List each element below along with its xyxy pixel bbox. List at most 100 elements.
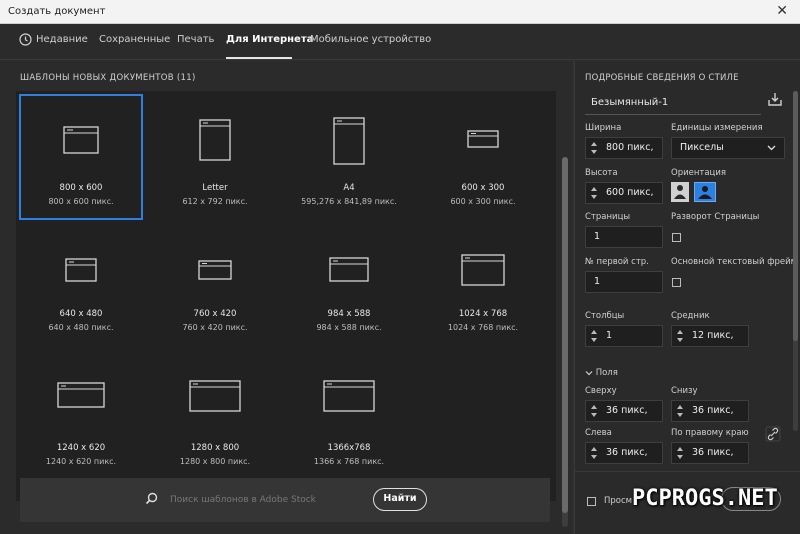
browser-window-icon: [467, 130, 499, 148]
top-margin-field[interactable]: 36 пикс,: [585, 400, 663, 422]
browser-window-icon: [198, 260, 232, 280]
template-name: 640 x 480: [59, 309, 103, 319]
width-value: 800 пикс,: [606, 142, 654, 153]
template-size: 595,276 x 841,89 пикс.: [301, 197, 397, 206]
gutter-value: 12 пикс,: [692, 330, 734, 341]
template-name: 760 x 420: [193, 309, 237, 319]
template-tile[interactable]: 1366x768 1366 x 768 пикс.: [288, 363, 410, 487]
template-tile[interactable]: Letter 612 x 792 пикс.: [154, 95, 276, 219]
tab-mobile[interactable]: Мобильное устройство: [310, 34, 431, 45]
template-name: 1024 x 768: [458, 309, 508, 319]
facing-pages-label: Разворот Страницы: [671, 212, 760, 222]
bottom-margin-field[interactable]: 36 пикс,: [671, 400, 749, 422]
footer-divider: [575, 471, 800, 472]
columns-field[interactable]: 1: [585, 325, 663, 347]
width-field[interactable]: 800 пикс,: [585, 137, 663, 159]
units-value: Пикселы: [680, 142, 724, 153]
browser-window-icon: [57, 382, 105, 408]
preview-label: Просм: [604, 496, 633, 506]
top-margin-stepper[interactable]: [590, 404, 598, 418]
gutter-field[interactable]: 12 пикс,: [671, 325, 749, 347]
chevron-down-icon: [767, 145, 776, 151]
left-margin-value: 36 пикс,: [606, 447, 648, 458]
gutter-stepper[interactable]: [676, 329, 684, 343]
templates-header-label: ШАБЛОНЫ НОВЫХ ДОКУМЕНТОВ: [20, 73, 174, 83]
template-tile[interactable]: 600 x 300 600 x 300 пикс.: [422, 95, 544, 219]
template-size: 800 x 600 пикс.: [48, 197, 114, 206]
preset-details-panel: ПОДРОБНЫЕ СВЕДЕНИЯ О СТИЛЕ Безымянный-1 …: [574, 61, 800, 534]
width-label: Ширина: [585, 123, 622, 133]
pages-field[interactable]: 1: [585, 226, 663, 248]
landscape-orientation-icon[interactable]: [694, 182, 716, 202]
primary-frame-checkbox[interactable]: [672, 278, 681, 287]
top-margin-value: 36 пикс,: [606, 405, 648, 416]
left-margin-field[interactable]: 36 пикс,: [585, 442, 663, 464]
facing-pages-checkbox[interactable]: [672, 233, 681, 242]
right-margin-field[interactable]: 36 пикс,: [671, 442, 749, 464]
templates-scrollbar[interactable]: [562, 157, 568, 527]
template-tile[interactable]: A4 595,276 x 841,89 пикс.: [288, 95, 410, 219]
columns-stepper[interactable]: [590, 329, 598, 343]
template-size: 600 x 300 пикс.: [450, 197, 516, 206]
tab-bar: Недавние Сохраненные Печать Для Интернет…: [0, 24, 800, 60]
template-size: 1366 x 768 пикс.: [313, 457, 385, 466]
width-stepper[interactable]: [590, 141, 598, 155]
template-name: Letter: [202, 183, 228, 193]
browser-window-icon: [65, 258, 97, 282]
active-tab-indicator: [226, 57, 292, 59]
browser-window-icon: [461, 254, 505, 286]
height-field[interactable]: 600 пикс,: [585, 182, 663, 204]
link-icon[interactable]: [765, 426, 781, 442]
gutter-label: Средник: [671, 311, 710, 321]
template-size: 1280 x 800 пикс.: [179, 457, 251, 466]
template-tile[interactable]: 1024 x 768 1024 x 768 пикс.: [422, 229, 544, 353]
start-page-field[interactable]: 1: [585, 271, 663, 293]
pages-label: Страницы: [585, 212, 631, 222]
preview-checkbox[interactable]: [587, 497, 596, 506]
bottom-margin-stepper[interactable]: [676, 404, 684, 418]
tab-recent[interactable]: Недавние: [36, 34, 88, 45]
top-margin-label: Сверху: [585, 386, 617, 396]
margins-section-toggle[interactable]: Поля: [585, 368, 618, 378]
template-tile[interactable]: 640 x 480 640 x 480 пикс.: [20, 229, 142, 353]
columns-value: 1: [606, 330, 613, 341]
template-name: 1240 x 620: [56, 443, 106, 453]
template-name: 600 x 300: [461, 183, 505, 193]
watermark: PCPROGS.NET: [632, 486, 778, 511]
template-size: 984 x 588 пикс.: [316, 323, 382, 332]
template-tile[interactable]: 984 x 588 984 x 588 пикс.: [288, 229, 410, 353]
details-scrollbar[interactable]: [793, 91, 798, 431]
units-dropdown[interactable]: Пикселы: [671, 137, 785, 159]
tab-print[interactable]: Печать: [177, 34, 214, 45]
chevron-down-icon: [585, 370, 593, 375]
template-size: 1240 x 620 пикс.: [45, 457, 117, 466]
portrait-page-icon: [199, 119, 231, 161]
template-name: 984 x 588: [327, 309, 371, 319]
margins-label: Поля: [595, 368, 618, 378]
template-tile[interactable]: 1240 x 620 1240 x 620 пикс.: [20, 363, 142, 487]
save-preset-icon[interactable]: [767, 91, 783, 107]
height-label: Высота: [585, 168, 618, 178]
template-tile[interactable]: 1280 x 800 1280 x 800 пикс.: [154, 363, 276, 487]
template-tile[interactable]: 760 x 420 760 x 420 пикс.: [154, 229, 276, 353]
left-margin-stepper[interactable]: [590, 446, 598, 460]
find-button[interactable]: Найти: [373, 488, 427, 511]
scrollbar-thumb[interactable]: [562, 157, 568, 513]
template-size: 612 x 792 пикс.: [182, 197, 248, 206]
template-size: 1024 x 768 пикс.: [447, 323, 519, 332]
title-bar: Создать документ ✕: [0, 0, 800, 24]
document-name-field[interactable]: Безымянный-1: [585, 93, 761, 115]
height-stepper[interactable]: [590, 186, 598, 200]
template-name: 1366x768: [327, 443, 371, 453]
close-icon[interactable]: ✕: [776, 3, 788, 19]
tab-saved[interactable]: Сохраненные: [99, 34, 170, 45]
search-input[interactable]: Поиск шаблонов в Adobe Stock: [170, 495, 316, 505]
left-margin-label: Слева: [585, 428, 612, 438]
stock-search-bar: Поиск шаблонов в Adobe Stock Найти: [20, 478, 550, 522]
template-tile[interactable]: 800 x 600 800 x 600 пикс.: [19, 94, 143, 220]
portrait-orientation-icon[interactable]: [671, 182, 689, 202]
tab-web[interactable]: Для Интернета: [226, 34, 313, 45]
scrollbar-thumb[interactable]: [793, 91, 798, 341]
search-icon[interactable]: [145, 492, 158, 505]
right-margin-stepper[interactable]: [676, 446, 684, 460]
